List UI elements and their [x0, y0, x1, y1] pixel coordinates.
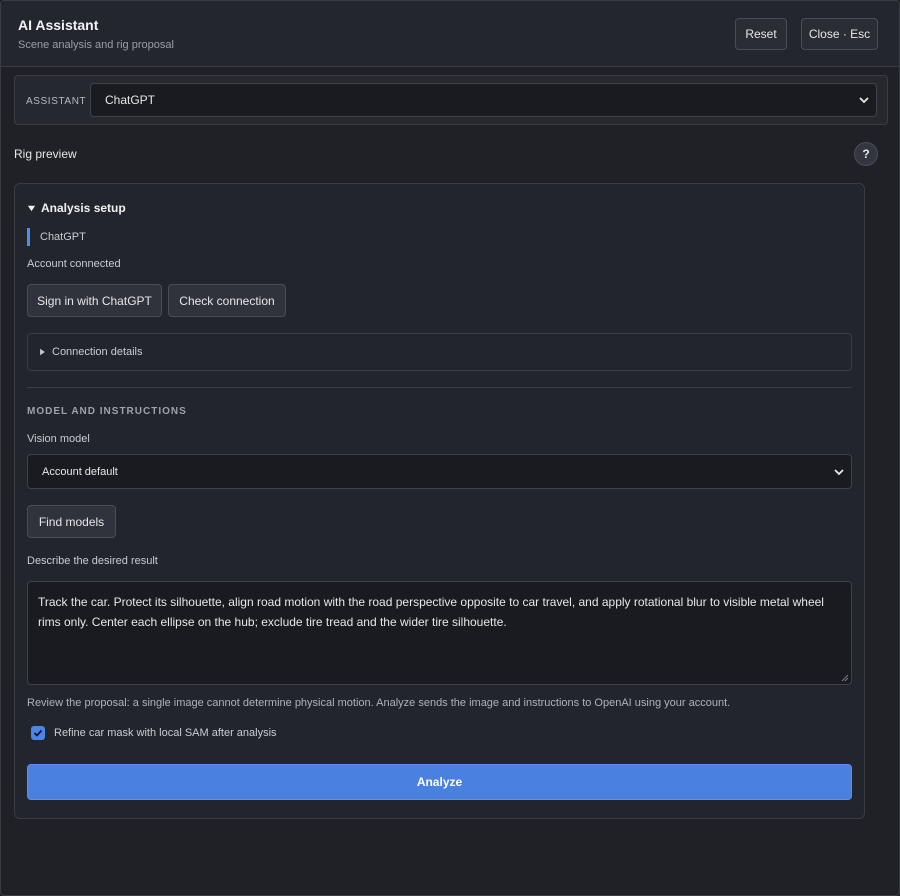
vision-model-value: Account default	[42, 465, 118, 478]
connection-details-toggle[interactable]: Connection details	[27, 333, 852, 371]
describe-result-label: Describe the desired result	[27, 555, 158, 567]
instructions-text: Track the car. Protect its silhouette, a…	[38, 595, 824, 629]
vision-model-label: Vision model	[27, 433, 90, 445]
close-button[interactable]: Close · Esc	[801, 18, 878, 50]
connection-details-label: Connection details	[52, 346, 143, 358]
review-note: Review the proposal: a single image cann…	[27, 697, 731, 709]
account-status: Account connected	[27, 258, 121, 270]
check-connection-button[interactable]: Check connection	[168, 284, 286, 317]
dialog-subtitle: Scene analysis and rig proposal	[18, 39, 174, 51]
assistant-bar: ASSISTANT ChatGPT	[14, 75, 888, 125]
help-button[interactable]: ?	[854, 142, 878, 166]
analysis-setup-heading: Analysis setup	[41, 201, 126, 215]
provider-tag: ChatGPT	[27, 228, 86, 246]
refine-mask-label: Refine car mask with local SAM after ana…	[54, 727, 277, 739]
instructions-textarea[interactable]: Track the car. Protect its silhouette, a…	[27, 581, 852, 685]
section-divider	[27, 387, 852, 388]
resize-handle-icon[interactable]	[841, 674, 849, 682]
reset-button[interactable]: Reset	[735, 18, 787, 50]
analysis-setup-toggle[interactable]: Analysis setup	[27, 201, 126, 215]
assistant-label: ASSISTANT	[26, 96, 87, 107]
model-instructions-heading: MODEL AND INSTRUCTIONS	[27, 406, 187, 417]
find-models-button[interactable]: Find models	[27, 505, 116, 538]
dialog-header: AI Assistant Scene analysis and rig prop…	[1, 1, 899, 67]
analyze-button[interactable]: Analyze	[27, 764, 852, 800]
rig-preview-title: Rig preview	[14, 147, 77, 161]
chevron-down-icon	[859, 97, 869, 104]
triangle-down-icon	[27, 205, 36, 211]
ai-assistant-window: AI Assistant Scene analysis and rig prop…	[0, 0, 900, 896]
analysis-panel: Analysis setup ChatGPT Account connected…	[14, 183, 865, 819]
assistant-select-value: ChatGPT	[105, 93, 156, 107]
triangle-right-icon	[40, 348, 45, 356]
refine-mask-option[interactable]: Refine car mask with local SAM after ana…	[31, 726, 277, 740]
vision-model-select[interactable]: Account default	[27, 454, 852, 489]
chevron-down-icon	[834, 468, 844, 475]
dialog-title: AI Assistant	[18, 17, 99, 33]
assistant-select[interactable]: ChatGPT	[90, 83, 877, 117]
checkmark-icon	[33, 729, 43, 737]
sign-in-button[interactable]: Sign in with ChatGPT	[27, 284, 162, 317]
refine-mask-checkbox[interactable]	[31, 726, 45, 740]
